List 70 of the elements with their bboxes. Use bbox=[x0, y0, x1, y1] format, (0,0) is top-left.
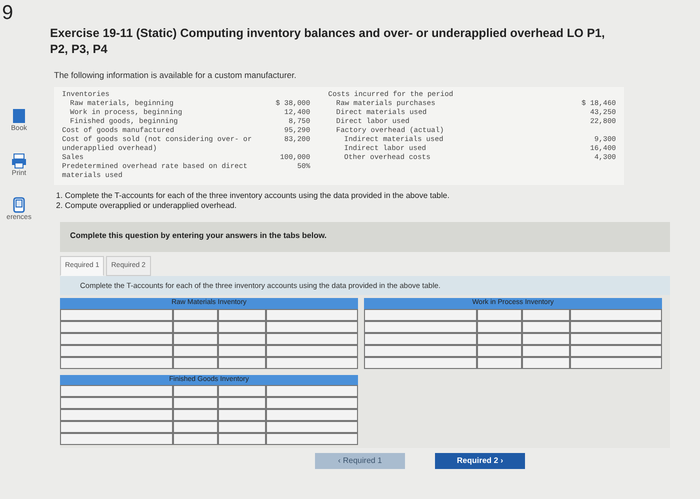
input-field[interactable] bbox=[570, 320, 662, 333]
instruction-banner: Complete this question by entering your answers in the tabs below. bbox=[60, 222, 670, 252]
input-field[interactable] bbox=[364, 356, 478, 369]
intro-text: The following information is available for a custom manufacturer. bbox=[54, 69, 298, 82]
input-field[interactable] bbox=[266, 421, 358, 434]
input-field[interactable] bbox=[522, 344, 570, 357]
input-field[interactable] bbox=[522, 308, 570, 321]
input-field[interactable] bbox=[477, 356, 522, 369]
input-field[interactable] bbox=[266, 385, 358, 398]
input-field[interactable] bbox=[570, 356, 662, 369]
input-field[interactable] bbox=[173, 320, 218, 333]
input-field[interactable] bbox=[218, 320, 266, 333]
input-field[interactable] bbox=[266, 308, 358, 321]
input-field[interactable] bbox=[522, 356, 570, 369]
input-field[interactable] bbox=[60, 356, 174, 369]
input-field[interactable] bbox=[218, 308, 266, 321]
input-field[interactable] bbox=[218, 344, 266, 357]
input-field[interactable] bbox=[173, 433, 218, 446]
print-icon bbox=[11, 152, 27, 168]
input-field[interactable] bbox=[60, 385, 174, 398]
input-field[interactable] bbox=[364, 344, 478, 357]
input-field[interactable] bbox=[60, 433, 174, 446]
input-field[interactable] bbox=[218, 409, 266, 422]
input-field[interactable] bbox=[266, 433, 358, 446]
input-field[interactable] bbox=[522, 332, 570, 345]
input-field[interactable] bbox=[173, 332, 218, 345]
nav-button[interactable]: Required 2 › bbox=[435, 453, 525, 469]
instruction-text: 2. Compute overapplied or underapplied overhead. bbox=[56, 201, 238, 212]
input-field[interactable] bbox=[60, 421, 174, 434]
input-field[interactable] bbox=[477, 320, 522, 333]
input-field[interactable] bbox=[173, 308, 218, 321]
input-field[interactable] bbox=[570, 344, 662, 357]
input-field[interactable] bbox=[266, 320, 358, 333]
input-field[interactable] bbox=[60, 332, 174, 345]
input-field[interactable] bbox=[60, 320, 174, 333]
instruction-text: 1. Complete the T-accounts for each of the three inventory accounts using the data provided in the above table. bbox=[56, 190, 450, 202]
input-field[interactable] bbox=[266, 356, 358, 369]
input-field[interactable] bbox=[364, 332, 478, 345]
exercise-title: Exercise 19-11 (Static) Computing inventory balances and over- or underapplied overhead LO P1, P2, P3, P4 bbox=[50, 26, 606, 58]
input-field[interactable] bbox=[570, 332, 662, 345]
input-field[interactable] bbox=[173, 344, 218, 357]
input-field[interactable] bbox=[218, 332, 266, 345]
references-icon bbox=[11, 197, 27, 213]
input-field[interactable] bbox=[266, 332, 358, 345]
input-field[interactable] bbox=[477, 308, 522, 321]
input-field[interactable] bbox=[477, 344, 522, 357]
input-field[interactable] bbox=[266, 409, 358, 422]
book-icon bbox=[11, 108, 27, 124]
input-field[interactable] bbox=[173, 421, 218, 434]
input-field[interactable] bbox=[266, 397, 358, 410]
input-field[interactable] bbox=[218, 397, 266, 410]
input-field[interactable] bbox=[364, 320, 478, 333]
question-number: 9 bbox=[2, 1, 14, 26]
input-field[interactable] bbox=[60, 308, 174, 321]
input-field[interactable] bbox=[218, 433, 266, 446]
input-field[interactable] bbox=[173, 385, 218, 398]
input-field[interactable] bbox=[173, 409, 218, 422]
input-field[interactable] bbox=[477, 332, 522, 345]
input-field[interactable] bbox=[218, 421, 266, 434]
input-field[interactable] bbox=[60, 397, 174, 410]
input-field[interactable] bbox=[173, 397, 218, 410]
input-field[interactable] bbox=[60, 344, 174, 357]
input-field[interactable] bbox=[173, 356, 218, 369]
input-field[interactable] bbox=[60, 409, 174, 422]
input-field[interactable] bbox=[522, 320, 570, 333]
input-field[interactable] bbox=[266, 344, 358, 357]
input-field[interactable] bbox=[570, 308, 662, 321]
input-field[interactable] bbox=[218, 356, 266, 369]
input-field[interactable] bbox=[364, 308, 478, 321]
input-field[interactable] bbox=[218, 385, 266, 398]
